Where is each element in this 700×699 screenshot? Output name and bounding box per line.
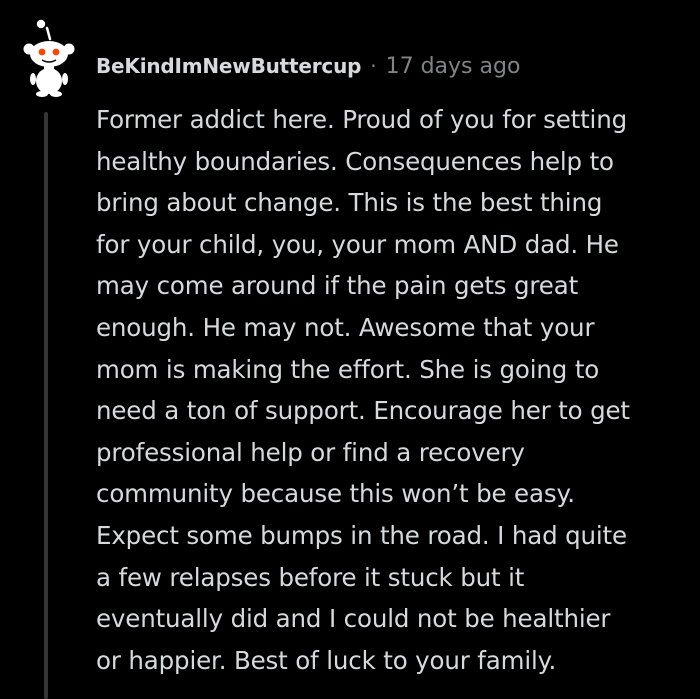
comment: BeKindImNewButtercup · 17 days ago Forme…	[0, 0, 700, 699]
thread-collapse-line[interactable]	[44, 112, 48, 699]
comment-body-line: mom is making the effort. She is going t…	[96, 354, 600, 384]
comment-body-line: need a ton of support. Encourage her to …	[96, 396, 630, 426]
comment-body-line: eventually did and I could not be health…	[96, 604, 611, 634]
meta-separator: ·	[370, 54, 377, 78]
comment-body-line: may come around if the pain gets great	[96, 271, 579, 301]
comment-body-line: enough. He may not. Awesome that your	[96, 312, 595, 342]
comment-body-line: community because this won’t be easy.	[96, 479, 575, 509]
comment-body-line: bring about change. This is the best thi…	[96, 188, 603, 218]
comment-header: BeKindImNewButtercup · 17 days ago	[96, 50, 520, 82]
comment-body-line: a few relapses before it stuck but it	[96, 562, 525, 592]
comment-timestamp[interactable]: 17 days ago	[386, 54, 521, 79]
comment-body: Former addict here. Proud of you for set…	[96, 99, 691, 681]
reddit-snoo-avatar-icon[interactable]	[20, 19, 78, 97]
comment-body-line: for your child, you, your mom AND dad. H…	[96, 229, 619, 259]
comment-body-line: or happier. Best of luck to your family.	[96, 645, 557, 675]
comment-body-line: professional help or find a recovery	[96, 437, 525, 467]
comment-author[interactable]: BeKindImNewButtercup	[96, 54, 361, 78]
comment-body-line: Former addict here. Proud of you for set…	[96, 105, 627, 134]
comment-body-line: healthy boundaries. Consequences help to	[96, 146, 614, 176]
comment-body-line: Expect some bumps in the road. I had qui…	[96, 520, 627, 550]
